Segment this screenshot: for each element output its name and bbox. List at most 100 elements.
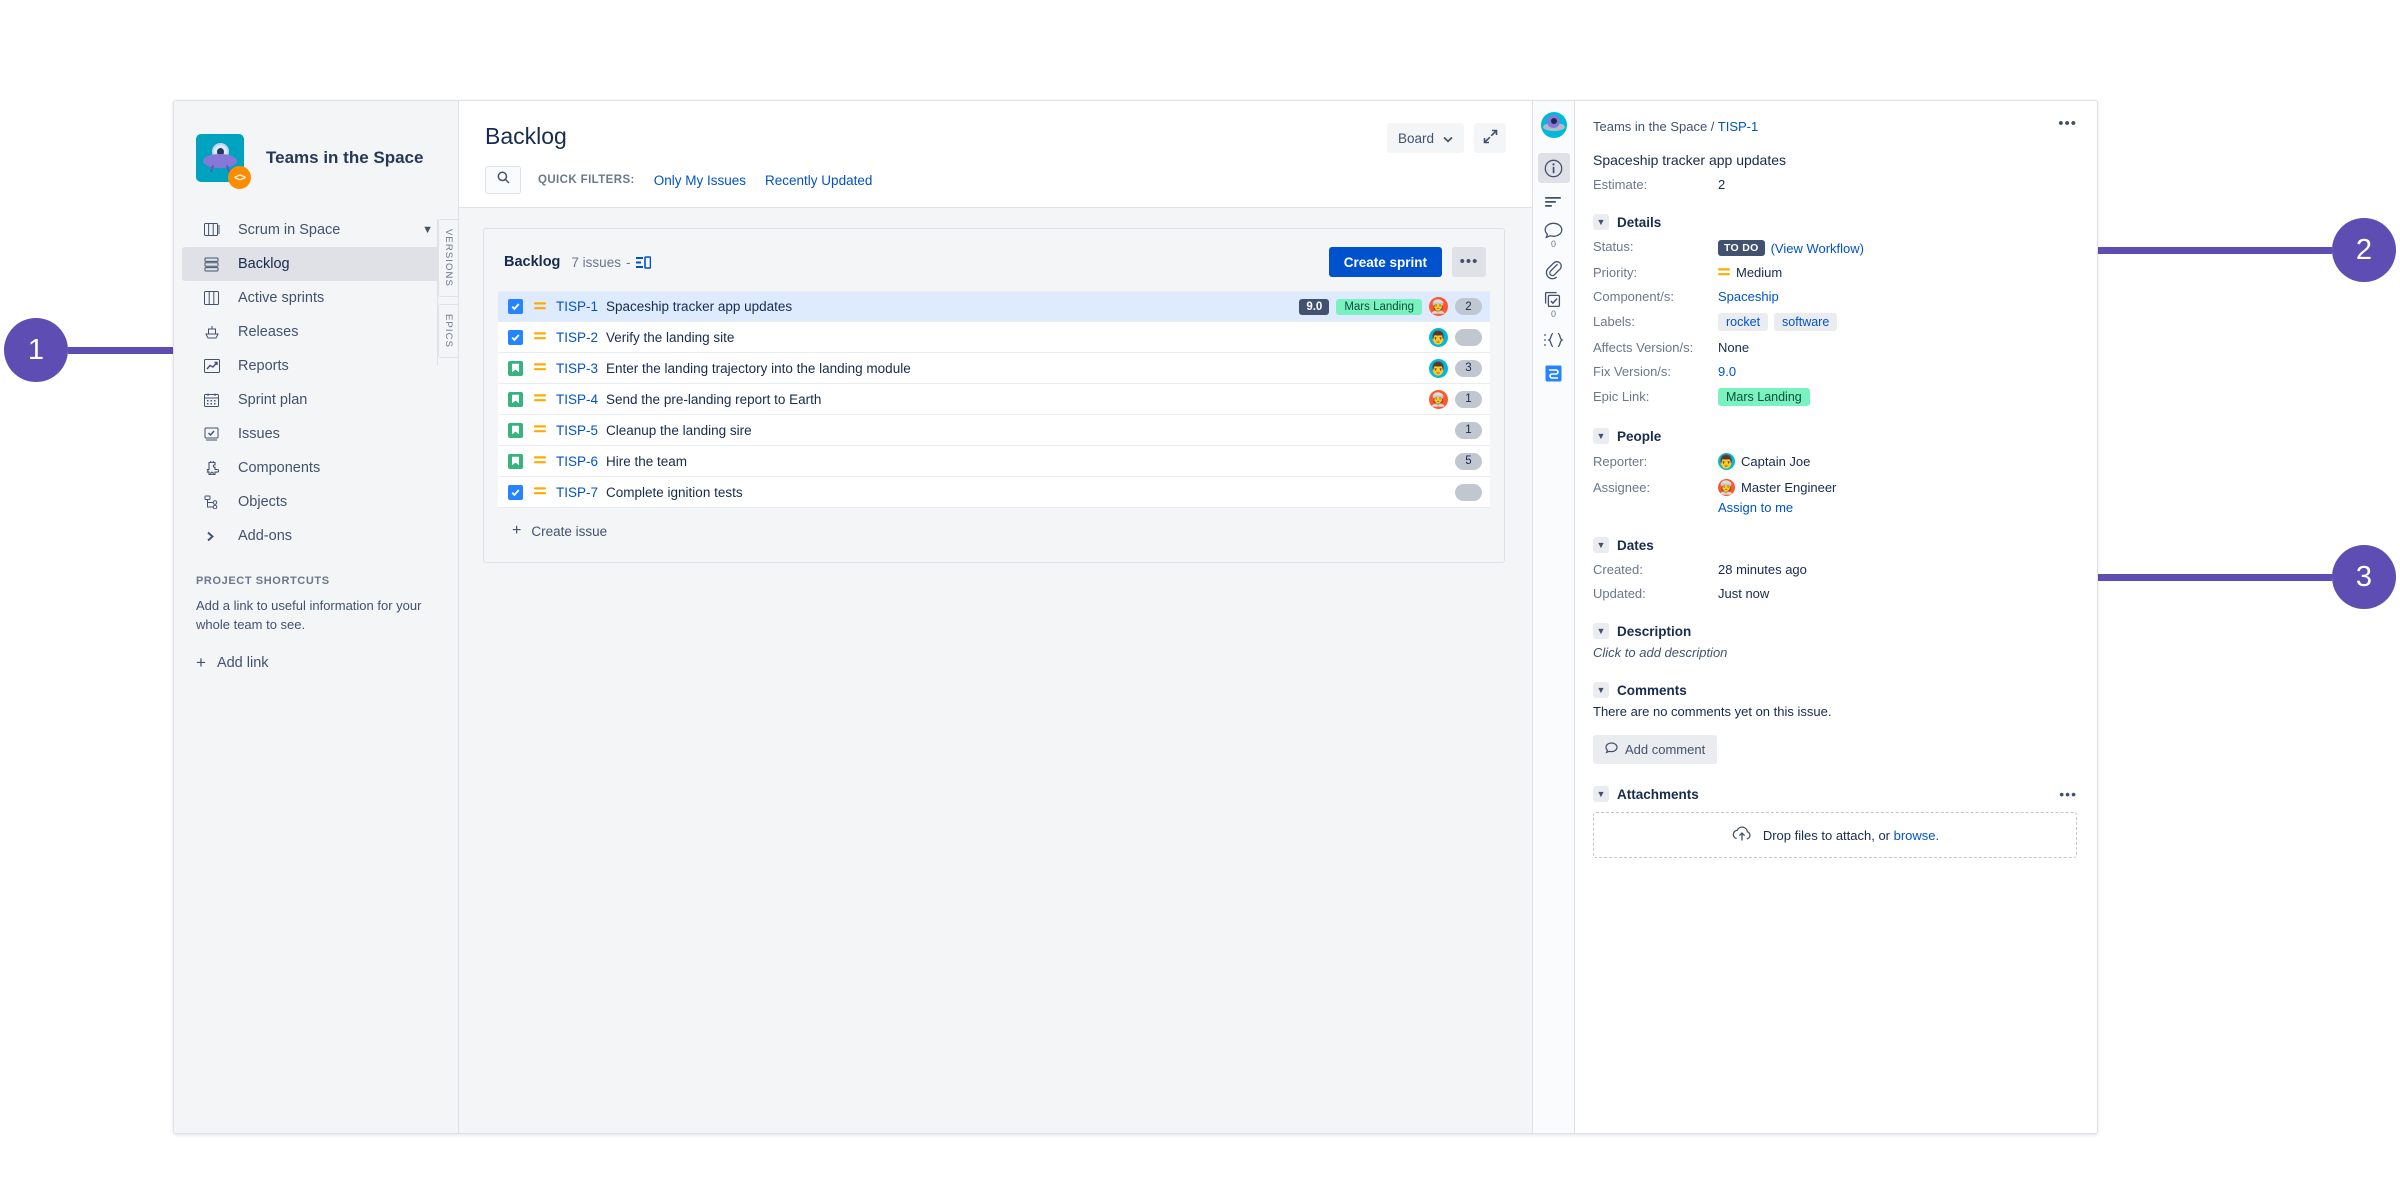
chevron-down-icon[interactable]: ▼ xyxy=(1593,214,1609,230)
avatar[interactable]: 👳 xyxy=(1429,297,1448,316)
add-link-button[interactable]: + Add link xyxy=(196,653,458,673)
callout-1-bubble: 1 xyxy=(4,318,68,382)
estimate-bars-icon[interactable] xyxy=(636,256,651,269)
subtask-stack-icon[interactable]: 0 xyxy=(1538,288,1570,322)
sidebar-item-backlog[interactable]: Backlog xyxy=(182,247,447,281)
create-issue-button[interactable]: + Create issue xyxy=(498,522,1490,540)
more-horizontal-icon[interactable]: ••• xyxy=(2058,119,2077,128)
project-logo-icon xyxy=(1541,112,1567,138)
sidebar-item-issues[interactable]: Issues xyxy=(182,417,447,451)
section-people-header[interactable]: ▼ People xyxy=(1593,428,2077,444)
label-chip[interactable]: software xyxy=(1774,313,1837,331)
search-input[interactable] xyxy=(485,166,521,194)
table-row[interactable]: TISP-5 Cleanup the landing sire 1 xyxy=(498,415,1490,446)
info-circle-icon[interactable] xyxy=(1538,153,1570,183)
issue-key[interactable]: TISP-6 xyxy=(556,454,598,469)
breadcrumb-issue-key[interactable]: TISP-1 xyxy=(1718,119,1758,134)
epic-badge[interactable]: Mars Landing xyxy=(1336,299,1422,315)
section-dates-title: Dates xyxy=(1617,538,1654,553)
sidebar-item-sprint-plan[interactable]: Sprint plan xyxy=(182,383,447,417)
assign-to-me-link[interactable]: Assign to me xyxy=(1718,500,2077,515)
table-row[interactable]: TISP-3 Enter the landing trajectory into… xyxy=(498,353,1490,384)
sidebar-item-components-label: Components xyxy=(238,460,320,476)
table-row[interactable]: TISP-7 Complete ignition tests xyxy=(498,477,1490,508)
create-sprint-button[interactable]: Create sprint xyxy=(1329,247,1442,277)
sidebar-item-objects[interactable]: Objects xyxy=(182,485,447,519)
expand-button[interactable] xyxy=(1474,123,1506,153)
created-value: 28 minutes ago xyxy=(1718,562,1807,577)
quick-filter-only-my-issues[interactable]: Only My Issues xyxy=(654,173,746,188)
chevron-down-icon[interactable]: ▼ xyxy=(1593,623,1609,639)
board-dropdown-button[interactable]: Board xyxy=(1387,123,1464,153)
issue-key[interactable]: TISP-3 xyxy=(556,361,598,376)
chevron-down-icon[interactable]: ▼ xyxy=(1593,428,1609,444)
section-attachments-header[interactable]: ▼ Attachments ••• xyxy=(1593,786,2077,802)
assignee-value[interactable]: Master Engineer xyxy=(1741,480,1836,495)
sidebar-item-releases[interactable]: Releases xyxy=(182,315,447,349)
section-description-header[interactable]: ▼ Description xyxy=(1593,623,2077,639)
tab-epics[interactable]: EPICS xyxy=(438,304,458,358)
estimate-value[interactable]: 2 xyxy=(1718,177,1725,192)
description-lines-icon[interactable] xyxy=(1538,186,1570,216)
main-content: Backlog Board xyxy=(459,101,1532,1133)
comment-count: 0 xyxy=(1551,240,1556,249)
sidebar-item-reports[interactable]: Reports xyxy=(182,349,447,383)
code-braces-icon[interactable] xyxy=(1538,325,1570,355)
paperclip-icon[interactable] xyxy=(1538,255,1570,285)
plus-icon: + xyxy=(512,522,521,540)
more-horizontal-icon[interactable]: ••• xyxy=(2059,790,2077,798)
fix-version-value[interactable]: 9.0 xyxy=(1718,364,1736,379)
quick-filter-recently-updated[interactable]: Recently Updated xyxy=(765,173,872,188)
view-workflow-link[interactable]: (View Workflow) xyxy=(1771,241,1864,256)
avatar[interactable]: 👳 xyxy=(1429,390,1448,409)
table-row[interactable]: TISP-6 Hire the team 5 xyxy=(498,446,1490,477)
affects-version-label: Affects Version/s: xyxy=(1593,340,1718,355)
section-details-header[interactable]: ▼ Details xyxy=(1593,214,2077,230)
attachment-dropzone[interactable]: Drop files to attach, or browse. xyxy=(1593,812,2077,858)
sidebar-item-sprint-plan-label: Sprint plan xyxy=(238,392,307,408)
issue-key[interactable]: TISP-2 xyxy=(556,330,598,345)
dropzone-browse-link[interactable]: browse. xyxy=(1894,828,1940,843)
add-comment-button[interactable]: Add comment xyxy=(1593,735,1717,764)
issue-key[interactable]: TISP-7 xyxy=(556,485,598,500)
sidebar-board-selector[interactable]: Scrum in Space ▼ xyxy=(182,213,447,247)
tab-versions[interactable]: VERSIONS xyxy=(438,219,458,297)
issue-summary: Complete ignition tests xyxy=(606,485,743,500)
comment-bubble-icon[interactable]: 0 xyxy=(1538,219,1570,252)
chevron-down-icon[interactable]: ▼ xyxy=(1593,682,1609,698)
expand-icon xyxy=(1483,129,1498,147)
table-row[interactable]: TISP-4 Send the pre-landing report to Ea… xyxy=(498,384,1490,415)
label-chip[interactable]: rocket xyxy=(1718,313,1768,331)
code-badge-icon: <> xyxy=(228,166,251,189)
avatar[interactable]: 👨 xyxy=(1429,328,1448,347)
app-glyph-icon[interactable] xyxy=(1538,358,1570,388)
components-value[interactable]: Spaceship xyxy=(1718,289,1779,304)
description-placeholder[interactable]: Click to add description xyxy=(1593,645,2077,660)
avatar[interactable]: 👨 xyxy=(1718,453,1735,470)
project-header[interactable]: <> Teams in the Space xyxy=(174,123,458,193)
components-field: Component/s: Spaceship xyxy=(1593,289,2077,304)
task-checkbox-icon xyxy=(508,485,523,500)
chevron-down-icon[interactable]: ▼ xyxy=(1593,786,1609,802)
issue-key[interactable]: TISP-5 xyxy=(556,423,598,438)
section-comments-header[interactable]: ▼ Comments xyxy=(1593,682,2077,698)
avatar[interactable]: 👨 xyxy=(1429,359,1448,378)
backlog-more-button[interactable]: ••• xyxy=(1452,247,1486,277)
backlog-issue-count: 7 issues xyxy=(571,255,621,270)
chevron-down-icon[interactable]: ▼ xyxy=(1593,537,1609,553)
issue-key[interactable]: TISP-4 xyxy=(556,392,598,407)
avatar[interactable]: 👳 xyxy=(1718,479,1735,496)
status-badge[interactable]: TO DO xyxy=(1718,240,1765,256)
sidebar-item-add-ons[interactable]: Add-ons xyxy=(182,519,447,553)
section-dates-header[interactable]: ▼ Dates xyxy=(1593,537,2077,553)
table-row[interactable]: TISP-2 Verify the landing site 👨 xyxy=(498,322,1490,353)
sidebar-item-components[interactable]: Components xyxy=(182,451,447,485)
issue-key[interactable]: TISP-1 xyxy=(556,299,598,314)
epic-link-badge[interactable]: Mars Landing xyxy=(1718,388,1810,406)
assignee-field: Assignee: 👳 Master Engineer xyxy=(1593,479,2077,496)
sidebar-item-active-sprints[interactable]: Active sprints xyxy=(182,281,447,315)
priority-value: Medium xyxy=(1736,265,1782,280)
reporter-value[interactable]: Captain Joe xyxy=(1741,454,1810,469)
table-row[interactable]: TISP-1 Spaceship tracker app updates 9.0… xyxy=(498,291,1490,322)
callout-3-bubble: 3 xyxy=(2332,545,2396,609)
